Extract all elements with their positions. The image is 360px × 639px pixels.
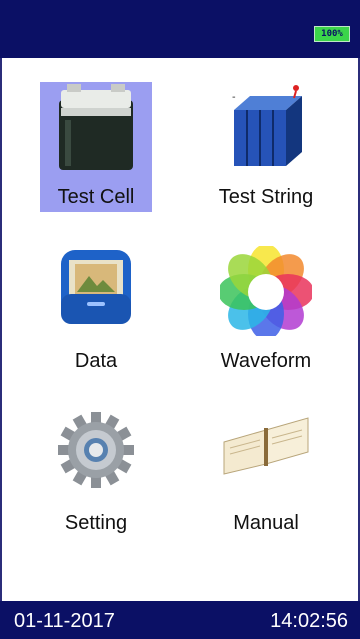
battery-cell-icon <box>59 84 133 170</box>
date-readout: 01-11-2017 <box>14 610 115 632</box>
status-bar: 100% <box>0 0 360 58</box>
menu-test-cell[interactable]: Test Cell <box>40 82 152 212</box>
menu-waveform[interactable]: Waveform <box>210 246 322 376</box>
menu-test-string[interactable]: - Test String <box>210 82 322 212</box>
battery-string-icon: - <box>232 85 302 166</box>
menu-label: Setting <box>64 512 128 534</box>
gear-icon <box>58 412 134 488</box>
menu-label: Data <box>74 350 118 372</box>
menu-setting[interactable]: Setting <box>40 408 152 538</box>
time-readout: 14:02:56 <box>270 610 348 632</box>
menu-label: Test Cell <box>57 186 135 208</box>
book-icon <box>223 417 309 475</box>
menu-label: Test String <box>218 186 314 208</box>
menu-label: Manual <box>233 512 299 534</box>
menu-manual[interactable]: Manual <box>210 408 322 538</box>
battery-indicator: 100% <box>314 26 350 42</box>
menu-label: Waveform <box>220 350 312 372</box>
menu-data[interactable]: Data <box>40 246 152 376</box>
left-frame <box>0 58 2 601</box>
folder-data-icon <box>61 250 131 324</box>
color-wheel-icon <box>220 246 312 336</box>
footer-bar: 01-11-2017 14:02:56 <box>0 601 360 639</box>
svg-text:-: - <box>232 92 236 103</box>
